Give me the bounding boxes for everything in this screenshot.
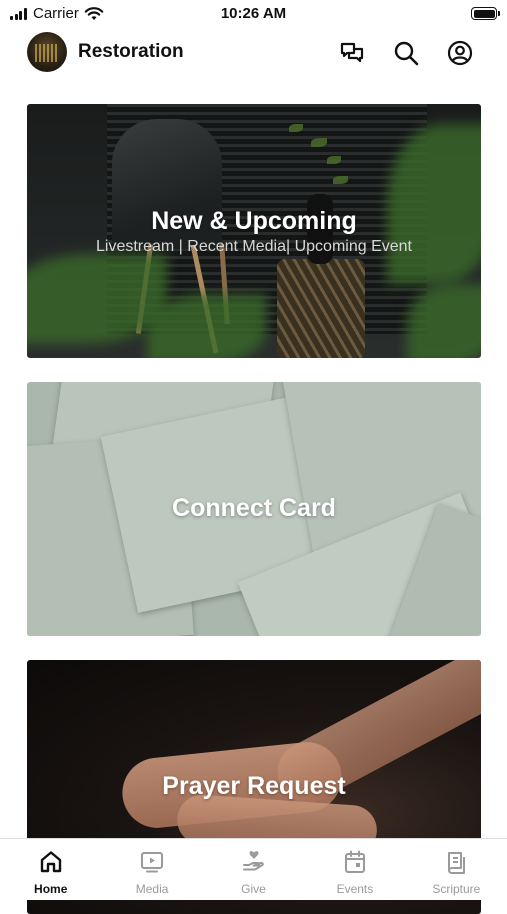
app-title: Restoration — [78, 41, 184, 62]
search-icon[interactable] — [393, 40, 419, 66]
new-upcoming-subtitle: Livestream | Recent Media| Upcoming Even… — [95, 238, 412, 255]
tab-scripture-label: Scripture — [432, 882, 481, 896]
give-icon — [241, 849, 267, 875]
prayer-request-title: Prayer Request — [162, 772, 346, 800]
status-bar: Carrier 10:26 AM — [0, 0, 507, 30]
app-header: Restoration — [0, 30, 507, 78]
tab-events[interactable]: Events — [304, 839, 405, 900]
tab-home[interactable]: Home — [0, 839, 101, 900]
media-icon — [139, 849, 165, 875]
tab-give[interactable]: Give — [203, 839, 304, 900]
status-time: 10:26 AM — [220, 5, 287, 22]
new-upcoming-title: New & Upcoming — [151, 207, 357, 235]
tab-events-label: Events — [336, 882, 374, 896]
tab-scripture[interactable]: Scripture — [406, 839, 507, 900]
scripture-icon — [443, 849, 469, 875]
tab-bar: Home Media Give Events Scripture — [0, 838, 507, 900]
tab-media[interactable]: Media — [101, 839, 202, 900]
church-logo-avatar[interactable] — [27, 32, 67, 72]
connect-card-title: Connect Card — [172, 494, 336, 522]
new-upcoming-card[interactable]: New & Upcoming Livestream | Recent Media… — [27, 104, 481, 358]
profile-icon[interactable] — [447, 40, 473, 66]
home-icon — [38, 849, 64, 875]
tab-media-label: Media — [135, 882, 169, 896]
chat-icon[interactable] — [339, 40, 365, 66]
tab-home-label: Home — [34, 882, 68, 896]
tab-give-label: Give — [241, 882, 266, 896]
connect-card[interactable]: Connect Card — [27, 382, 481, 636]
events-icon — [342, 849, 368, 875]
battery-icon — [471, 7, 500, 20]
